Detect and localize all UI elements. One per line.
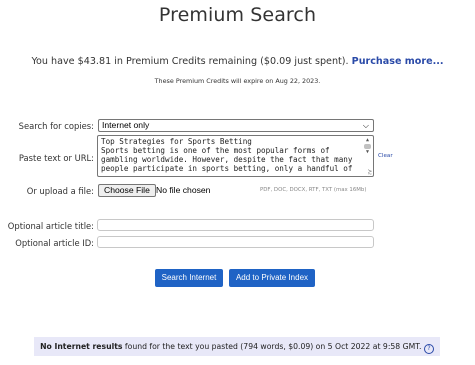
scroll-down-icon[interactable]: ▼ <box>363 149 372 156</box>
help-icon[interactable]: ? <box>423 344 434 354</box>
chevron-down-icon: ⌵ <box>362 121 369 130</box>
textarea-line: people participate in sports betting, on… <box>101 164 353 173</box>
search-for-label: Search for copies: <box>18 121 94 131</box>
article-id-label: Optional article ID: <box>15 238 94 248</box>
paste-text-area[interactable]: Top Strategies for Sports Betting Sports… <box>97 135 374 177</box>
no-file-text: No file chosen <box>156 185 211 195</box>
resize-grip-icon[interactable]: ≿ <box>368 169 372 176</box>
paste-text-label: Paste text or URL: <box>18 153 94 163</box>
file-formats-note: PDF, DOC, DOCX, RTF, TXT (max 16Mb) <box>260 187 367 193</box>
textarea-line: gambling worldwide. However, despite the… <box>101 155 353 164</box>
clear-link[interactable]: Clear <box>378 153 393 159</box>
status-text: found for the text you pasted (794 words… <box>122 342 424 351</box>
credits-line: You have $43.81 in Premium Credits remai… <box>0 56 475 67</box>
article-id-input[interactable] <box>97 236 374 248</box>
textarea-scrollbar[interactable]: ▲ ▼ ≿ <box>363 137 372 176</box>
textarea-line: Sports betting is one of the most popula… <box>101 146 330 155</box>
textarea-line: Top Strategies for Sports Betting <box>101 137 252 146</box>
search-internet-button[interactable]: Search Internet <box>155 269 223 287</box>
purchase-more-link[interactable]: Purchase more... <box>352 56 444 67</box>
add-to-private-index-button[interactable]: Add to Private Index <box>229 269 315 287</box>
article-title-label: Optional article title: <box>7 221 94 231</box>
article-title-input[interactable] <box>97 219 374 231</box>
choose-file-button[interactable]: Choose File <box>98 184 156 197</box>
search-scope-value: Internet only <box>102 120 150 130</box>
status-bold: No Internet results <box>40 342 123 351</box>
scroll-up-icon[interactable]: ▲ <box>363 137 372 144</box>
credits-expire-note: These Premium Credits will expire on Aug… <box>154 77 321 85</box>
search-scope-select[interactable]: Internet only ⌵ <box>98 119 374 132</box>
page-title: Premium Search <box>158 4 317 26</box>
credits-text: You have $43.81 in Premium Credits remai… <box>31 56 352 67</box>
upload-file-label: Or upload a file: <box>26 186 94 196</box>
status-message: No Internet results found for the text y… <box>34 337 440 356</box>
